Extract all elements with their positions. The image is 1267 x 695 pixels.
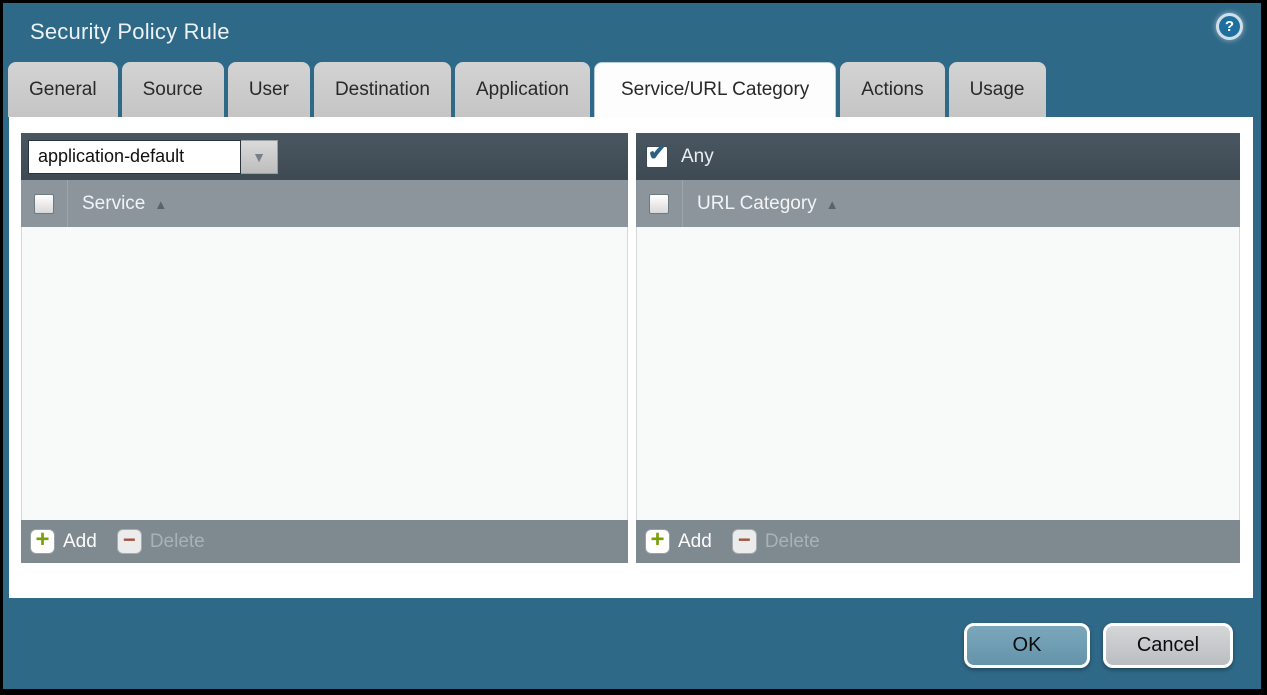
security-policy-rule-dialog: Security Policy Rule ? General Source Us…	[3, 3, 1261, 689]
url-category-delete-label: Delete	[765, 531, 820, 553]
url-category-any-bar: ✔ Any	[636, 133, 1240, 180]
service-type-combo: application-default ▼	[28, 140, 278, 174]
url-category-column-header: URL Category ▲	[636, 180, 1240, 227]
service-column-label: Service	[82, 193, 145, 215]
tab-service-url-category[interactable]: Service/URL Category	[594, 62, 836, 117]
service-select-all-checkbox[interactable]	[34, 194, 54, 214]
service-panel: application-default ▼ Service ▲	[21, 133, 628, 563]
plus-icon: +	[645, 529, 670, 554]
url-category-list-empty	[636, 227, 1240, 520]
checkmark-icon: ✔	[648, 140, 666, 166]
service-type-bar: application-default ▼	[21, 133, 628, 180]
service-add-button[interactable]: + Add	[30, 529, 97, 554]
dialog-title: Security Policy Rule	[30, 19, 230, 45]
url-category-panel: ✔ Any URL Category ▲	[636, 133, 1240, 563]
service-add-label: Add	[63, 531, 97, 553]
url-category-column-sort[interactable]: URL Category ▲	[682, 180, 1240, 227]
tab-source[interactable]: Source	[122, 62, 224, 117]
any-label: Any	[681, 146, 714, 168]
minus-icon: −	[117, 529, 142, 554]
url-category-select-all-cell	[636, 180, 682, 227]
sort-asc-icon: ▲	[154, 195, 167, 212]
tab-application[interactable]: Application	[455, 62, 590, 117]
tab-bar: General Source User Destination Applicat…	[8, 62, 1046, 117]
minus-icon: −	[732, 529, 757, 554]
cancel-button[interactable]: Cancel	[1103, 623, 1233, 668]
url-category-select-all-checkbox[interactable]	[649, 194, 669, 214]
tab-destination[interactable]: Destination	[314, 62, 451, 117]
ok-button[interactable]: OK	[964, 623, 1090, 668]
tab-actions[interactable]: Actions	[840, 62, 944, 117]
service-delete-label: Delete	[150, 531, 205, 553]
tab-user[interactable]: User	[228, 62, 310, 117]
url-category-column-label: URL Category	[697, 193, 817, 215]
url-category-add-label: Add	[678, 531, 712, 553]
url-category-panel-footer: + Add − Delete	[636, 520, 1240, 563]
dialog-buttons: OK Cancel	[964, 623, 1233, 668]
url-category-add-button[interactable]: + Add	[645, 529, 712, 554]
service-column-header: Service ▲	[21, 180, 628, 227]
service-select-all-cell	[21, 180, 67, 227]
tab-general[interactable]: General	[8, 62, 118, 117]
tab-content: application-default ▼ Service ▲	[9, 117, 1253, 598]
service-delete-button[interactable]: − Delete	[117, 529, 205, 554]
plus-icon: +	[30, 529, 55, 554]
tab-usage[interactable]: Usage	[949, 62, 1046, 117]
service-type-dropdown-button[interactable]: ▼	[241, 140, 278, 174]
url-category-delete-button[interactable]: − Delete	[732, 529, 820, 554]
help-icon[interactable]: ?	[1216, 13, 1243, 40]
any-checkbox[interactable]: ✔	[646, 146, 668, 168]
service-type-value[interactable]: application-default	[28, 140, 241, 174]
screen: Security Policy Rule ? General Source Us…	[0, 0, 1267, 695]
service-list-empty	[21, 227, 628, 520]
sort-asc-icon: ▲	[826, 195, 839, 212]
chevron-down-icon: ▼	[252, 149, 266, 165]
any-row: ✔ Any	[643, 146, 714, 168]
service-column-sort[interactable]: Service ▲	[67, 180, 628, 227]
service-panel-footer: + Add − Delete	[21, 520, 628, 563]
